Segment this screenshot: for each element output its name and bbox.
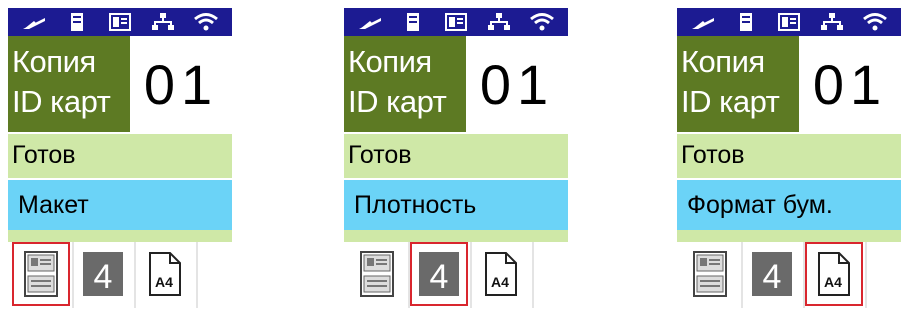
option-row: 4 A4 — [677, 242, 901, 308]
toner-icon — [19, 11, 49, 33]
mode-title: Копия ID карт — [8, 36, 130, 132]
status-strip — [677, 230, 901, 242]
callout-text: Плотность — [354, 191, 477, 219]
id-card-layout-icon — [693, 251, 727, 297]
separator — [865, 242, 867, 308]
option-callout: Формат бум. — [677, 180, 901, 242]
wifi-icon — [527, 11, 557, 33]
mode-title-line1: Копия — [681, 44, 765, 79]
paper-size-value: A4 — [824, 274, 842, 290]
status-text: Готов — [681, 141, 745, 169]
network-icon — [484, 11, 514, 33]
mode-title: Копия ID карт — [344, 36, 466, 132]
status-strip — [8, 230, 232, 242]
layout-option[interactable] — [12, 242, 70, 306]
option-row: 4 A4 — [8, 242, 232, 308]
id-card-layout-icon — [24, 251, 58, 297]
mode-title-line1: Копия — [12, 44, 96, 79]
status-row: Готов — [8, 134, 232, 178]
memory-card-icon — [398, 11, 428, 33]
copy-count: 01 — [130, 36, 232, 132]
lcd-panel-layout: Копия ID карт 01 Готов Макет 4 A4 — [8, 8, 232, 308]
copy-count: 01 — [799, 36, 901, 132]
status-strip — [344, 230, 568, 242]
mode-title-line2: ID карт — [681, 84, 780, 119]
density-icon: 4 — [83, 252, 123, 296]
paper-size-icon: A4 — [149, 252, 181, 296]
density-icon: 4 — [419, 252, 459, 296]
density-value: 4 — [430, 258, 449, 296]
memory-card-icon — [731, 11, 761, 33]
status-bar — [8, 8, 232, 36]
mode-title-line1: Копия — [348, 44, 432, 79]
wifi-icon — [191, 11, 221, 33]
density-value: 4 — [763, 258, 782, 296]
toner-icon — [355, 11, 385, 33]
network-icon — [817, 11, 847, 33]
density-value: 4 — [94, 258, 113, 296]
copy-count-value: 01 — [143, 52, 219, 116]
copy-count: 01 — [466, 36, 568, 132]
memory-card-icon — [62, 11, 92, 33]
lcd-panel-paper-size: Копия ID карт 01 Готов Формат бум. 4 A4 — [677, 8, 901, 308]
density-option[interactable]: 4 — [743, 242, 801, 306]
wifi-icon — [860, 11, 890, 33]
layout-option[interactable] — [681, 242, 739, 306]
density-option[interactable]: 4 — [410, 242, 468, 306]
mode-title: Копия ID карт — [677, 36, 799, 132]
phonebook-icon — [105, 11, 135, 33]
phonebook-icon — [774, 11, 804, 33]
option-callout: Макет — [8, 180, 232, 242]
lcd-panel-density: Копия ID карт 01 Готов Плотность 4 A4 — [344, 8, 568, 308]
status-row: Готов — [344, 134, 568, 178]
status-bar — [677, 8, 901, 36]
toner-icon — [688, 11, 718, 33]
paper-size-value: A4 — [491, 274, 509, 290]
layout-option[interactable] — [348, 242, 406, 306]
paper-size-option[interactable]: A4 — [136, 242, 194, 306]
paper-size-icon: A4 — [485, 252, 517, 296]
copy-count-value: 01 — [479, 52, 555, 116]
callout-text: Макет — [18, 191, 89, 219]
density-option[interactable]: 4 — [74, 242, 132, 306]
callout-text: Формат бум. — [687, 191, 833, 219]
density-icon: 4 — [752, 252, 792, 296]
network-icon — [148, 11, 178, 33]
status-row: Готов — [677, 134, 901, 178]
option-row: 4 A4 — [344, 242, 568, 308]
status-text: Готов — [348, 141, 412, 169]
paper-size-icon: A4 — [818, 252, 850, 296]
mode-title-line2: ID карт — [12, 84, 111, 119]
mode-title-line2: ID карт — [348, 84, 447, 119]
option-callout: Плотность — [344, 180, 568, 242]
phonebook-icon — [441, 11, 471, 33]
status-text: Готов — [12, 141, 76, 169]
paper-size-value: A4 — [155, 274, 173, 290]
id-card-layout-icon — [360, 251, 394, 297]
paper-size-option[interactable]: A4 — [472, 242, 530, 306]
paper-size-option[interactable]: A4 — [805, 242, 863, 306]
status-bar — [344, 8, 568, 36]
separator — [196, 242, 198, 308]
separator — [532, 242, 534, 308]
copy-count-value: 01 — [812, 52, 888, 116]
